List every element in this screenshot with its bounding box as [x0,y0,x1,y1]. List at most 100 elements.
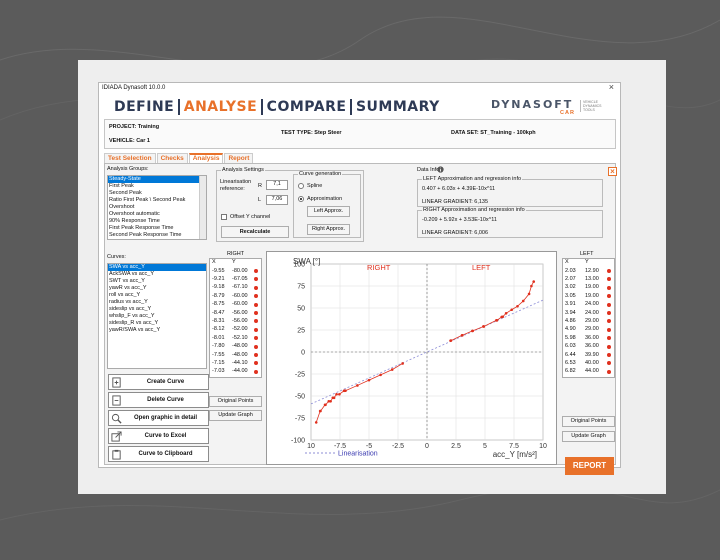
y-cell[interactable]: 44.00 [585,368,599,374]
delete-point-icon[interactable] [254,319,258,324]
right-table-row[interactable]: -8.47 -56.00 [210,309,261,317]
analysis-group-item[interactable]: First Peak Response Time [108,225,206,232]
delete-point-icon[interactable] [254,353,258,357]
delete-point-icon[interactable] [607,311,611,315]
tab-checks[interactable]: Checks [156,153,188,163]
curve-item[interactable]: whslip_F vs acc_Y [108,313,206,320]
x-cell[interactable]: -7.80 [212,343,225,349]
delete-point-icon[interactable] [607,319,611,324]
y-cell[interactable]: -80.00 [232,268,248,274]
left-table-row[interactable]: 5.98 36.00 [563,334,614,342]
delete-point-icon[interactable] [607,327,611,332]
x-cell[interactable]: -8.79 [212,293,225,299]
delete-point-icon[interactable] [607,361,611,366]
x-cell[interactable]: 5.98 [565,335,576,341]
left-points-table[interactable]: X Y 2.03 12.90 2.07 13.00 3.02 19.00 3.05 19.00… [562,258,615,378]
recalculate-button[interactable]: Recalculate [221,226,289,238]
analysis-groups-list[interactable]: Steady-State First Peak Second Peak Ratio F… [107,175,207,240]
l-value-input[interactable]: 7,06 [266,195,288,205]
delete-point-icon[interactable] [607,353,611,357]
x-cell[interactable]: 4.86 [565,318,576,324]
curve-item[interactable]: SWA vs acc_Y [108,264,206,271]
x-cell[interactable]: -9.21 [212,276,225,282]
y-cell[interactable]: 13.00 [585,276,599,282]
delete-point-icon[interactable] [254,294,258,299]
nav-compare[interactable]: COMPARE [264,99,350,115]
left-update-graph-button[interactable]: Update Graph [562,431,615,442]
y-cell[interactable]: 19.00 [585,284,599,290]
left-table-row[interactable]: 4.90 29.00 [563,326,614,334]
x-cell[interactable]: 3.05 [565,293,576,299]
y-cell[interactable]: 36.00 [585,335,599,341]
delete-point-icon[interactable] [607,336,611,341]
y-cell[interactable]: -56.00 [232,318,248,324]
x-cell[interactable]: 6.82 [565,368,576,374]
tab-test-selection[interactable]: Test Selection [104,153,156,163]
right-update-graph-button[interactable]: Update Graph [209,410,262,421]
x-cell[interactable]: -8.75 [212,301,225,307]
y-cell[interactable]: -44.10 [232,360,248,366]
right-approx-button[interactable]: Right Approx. [307,224,350,235]
right-original-points-button[interactable]: Original Points [209,396,262,407]
analysis-group-item[interactable]: Second Peak Response Time [108,232,206,239]
x-cell[interactable]: -7.55 [212,352,225,358]
x-cell[interactable]: -8.12 [212,326,225,332]
right-table-row[interactable]: -9.55 -80.00 [210,267,261,275]
x-cell[interactable]: 3.94 [565,310,576,316]
x-cell[interactable]: -9.55 [212,268,225,274]
open-graphic-button[interactable]: Open graphic in detail [108,410,209,426]
y-cell[interactable]: -52.00 [232,326,248,332]
chart-area[interactable]: 10 -7.5 -5 -2.5 0 2.5 5 7.5 10 100 75 50 25 0 -25 -50 -7… [266,251,557,465]
curve-item[interactable]: SWT vs acc_Y [108,278,206,285]
nav-summary[interactable]: SUMMARY [353,99,443,115]
delete-point-icon[interactable] [254,336,258,341]
curve-item[interactable]: sideslip vs acc_Y [108,306,206,313]
left-original-points-button[interactable]: Original Points [562,416,615,427]
y-cell[interactable]: 29.00 [585,326,599,332]
analysis-group-item[interactable]: Steady-State [108,176,206,183]
y-cell[interactable]: -48.00 [232,352,248,358]
right-table-row[interactable]: -8.79 -60.00 [210,292,261,300]
delete-point-icon[interactable] [607,285,611,290]
x-cell[interactable]: 6.53 [565,360,576,366]
left-table-row[interactable]: 2.07 13.00 [563,275,614,283]
delete-point-icon[interactable] [607,369,611,374]
analysis-group-item[interactable]: First Peak [108,183,206,190]
x-cell[interactable]: 4.90 [565,326,576,332]
curve-item[interactable]: yawR/SWA vs acc_Y [108,327,206,334]
x-cell[interactable]: -9.18 [212,284,225,290]
offset-y-checkbox[interactable] [221,214,227,220]
y-cell[interactable]: -56.00 [232,310,248,316]
y-cell[interactable]: -52.10 [232,335,248,341]
y-cell[interactable]: -67.05 [232,276,248,282]
right-table-row[interactable]: -8.12 -52.00 [210,326,261,334]
x-cell[interactable]: -8.31 [212,318,225,324]
delete-point-icon[interactable] [254,285,258,290]
curve-item[interactable]: sideslip_R vs acc_Y [108,320,206,327]
curves-list[interactable]: SWA vs acc_Y AckSWA vs acc_Y SWT vs acc_Y y… [107,263,207,369]
left-table-row[interactable]: 6.44 39.90 [563,351,614,359]
y-cell[interactable]: -44.00 [232,368,248,374]
delete-point-icon[interactable] [607,277,611,282]
y-cell[interactable]: 29.00 [585,318,599,324]
right-table-row[interactable]: -8.75 -60.00 [210,301,261,309]
curve-item[interactable]: radius vs acc_Y [108,299,206,306]
left-table-row[interactable]: 3.91 24.00 [563,301,614,309]
x-cell[interactable]: -8.47 [212,310,225,316]
delete-point-icon[interactable] [254,302,258,307]
y-cell[interactable]: 36.00 [585,343,599,349]
delete-point-icon[interactable] [254,311,258,315]
approximation-radio[interactable] [298,196,304,202]
tab-report[interactable]: Report [224,153,254,163]
analysis-group-item[interactable]: Overshoot automatic [108,211,206,218]
delete-point-icon[interactable] [607,344,611,349]
right-table-row[interactable]: -8.01 -52.10 [210,334,261,342]
left-table-row[interactable]: 6.53 40.00 [563,359,614,367]
nav-analyse[interactable]: ANALYSE [181,99,260,115]
left-table-row[interactable]: 2.03 12.90 [563,267,614,275]
right-table-row[interactable]: -7.15 -44.10 [210,359,261,367]
y-cell[interactable]: 39.90 [585,352,599,358]
left-table-row[interactable]: 4.86 29.00 [563,317,614,325]
left-table-row[interactable]: 3.02 19.00 [563,284,614,292]
curve-to-clipboard-button[interactable]: Curve to Clipboard [108,446,209,462]
